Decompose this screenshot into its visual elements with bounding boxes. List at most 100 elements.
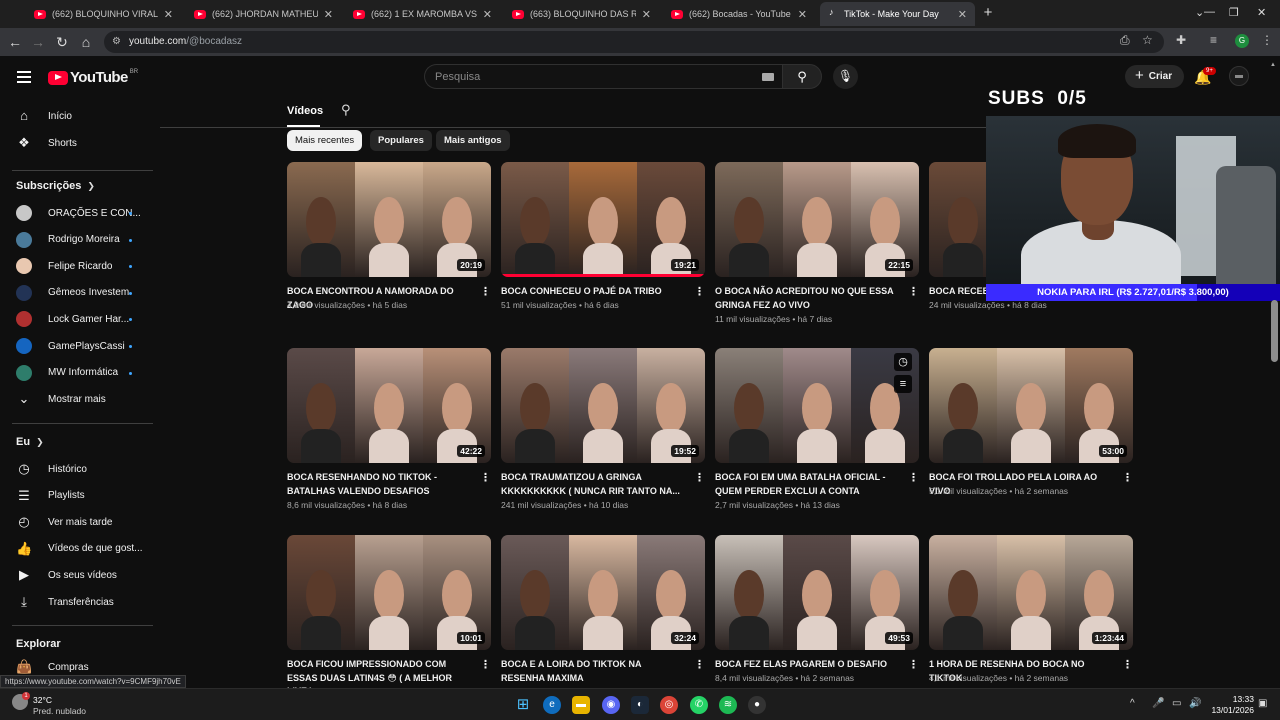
video-thumbnail[interactable]: 49:53: [715, 535, 919, 650]
volume-icon[interactable]: 🔊: [1189, 698, 1201, 709]
bookmark-star-icon[interactable]: ☆: [1142, 33, 1153, 47]
steam-icon[interactable]: ◐: [631, 696, 649, 714]
sidebar-item[interactable]: GamePlaysCassi: [0, 333, 153, 359]
sidebar-item[interactable]: ⌄ Mostrar mais: [0, 386, 153, 412]
close-tab-icon[interactable]: ✕: [164, 8, 173, 21]
video-title[interactable]: BOCA CONHECEU O PAJÉ DA TRIBO: [501, 285, 687, 299]
more-options-icon[interactable]: ⋮: [694, 471, 705, 485]
channel-search-icon[interactable]: ⚲: [341, 103, 355, 117]
video-title[interactable]: BOCA RESENHANDO NO TIKTOK - BATALHAS VAL…: [287, 471, 473, 498]
network-icon[interactable]: ▭: [1172, 698, 1181, 709]
maximize-icon[interactable]: ❐: [1229, 6, 1239, 19]
you-heading[interactable]: Eu ❯: [16, 436, 44, 448]
weather-description[interactable]: Pred. nublado: [33, 706, 86, 716]
filter-chip[interactable]: Mais recentes: [287, 130, 363, 151]
whatsapp-icon[interactable]: ✆: [690, 696, 708, 714]
more-options-icon[interactable]: ⋮: [908, 658, 919, 672]
new-tab-button[interactable]: +: [980, 5, 996, 21]
video-thumbnail[interactable]: 10:01: [287, 535, 491, 650]
back-icon[interactable]: ←: [6, 33, 24, 51]
search-input[interactable]: Pesquisa: [424, 64, 782, 89]
video-thumbnail[interactable]: 32:24: [501, 535, 705, 650]
obs-recording-icon[interactable]: ●: [748, 696, 766, 714]
video-thumbnail[interactable]: 42:22: [287, 348, 491, 463]
more-options-icon[interactable]: ⋮: [694, 658, 705, 672]
browser-tab[interactable]: (662) JHORDAN MATHEUS - É PIK ✕: [186, 4, 341, 24]
sidebar-item[interactable]: ▶ Os seus vídeos: [0, 562, 153, 588]
video-thumbnail[interactable]: ◷ ≡: [715, 348, 919, 463]
browser-tab[interactable]: (662) 1 EX MAROMBA VS 20 ATLE ✕: [345, 4, 500, 24]
chrome-icon[interactable]: ◎: [660, 696, 678, 714]
video-thumbnail[interactable]: 20:19: [287, 162, 491, 277]
account-avatar[interactable]: [1229, 66, 1249, 86]
video-thumbnail[interactable]: 53:00: [929, 348, 1133, 463]
home-icon[interactable]: ⌂: [77, 33, 95, 51]
video-thumbnail[interactable]: 19:21: [501, 162, 705, 277]
more-options-icon[interactable]: ⋮: [908, 471, 919, 485]
system-clock[interactable]: 13:33 13/01/2026: [1208, 694, 1254, 716]
sidebar-item[interactable]: ❖ Shorts: [0, 130, 153, 156]
youtube-logo[interactable]: YouTube BR: [48, 69, 138, 86]
tray-overflow-icon[interactable]: ^: [1130, 698, 1135, 709]
tab-search-icon[interactable]: ⌄: [1195, 6, 1204, 19]
reading-list-icon[interactable]: ≡: [1210, 33, 1217, 47]
video-title[interactable]: BOCA E A LOIRA DO TIKTOK NA RESENHA MAXI…: [501, 658, 687, 685]
browser-tab[interactable]: (662) Bocadas - YouTube ✕: [663, 4, 815, 24]
add-to-queue-icon[interactable]: ≡: [894, 375, 912, 393]
sidebar-item[interactable]: ◷ Histórico: [0, 456, 153, 482]
video-thumbnail[interactable]: 22:15: [715, 162, 919, 277]
close-tab-icon[interactable]: ✕: [642, 8, 651, 21]
watch-later-icon[interactable]: ◷: [894, 353, 912, 371]
scrollbar-thumb[interactable]: [1271, 300, 1278, 362]
profile-avatar[interactable]: G: [1235, 34, 1249, 48]
more-options-icon[interactable]: ⋮: [908, 285, 919, 299]
video-title[interactable]: BOCA FOI EM UMA BATALHA OFICIAL - QUEM P…: [715, 471, 901, 498]
scroll-up-arrow[interactable]: ▲: [1270, 62, 1276, 68]
sidebar-item[interactable]: MW Informática: [0, 360, 153, 386]
reload-icon[interactable]: ↻: [53, 33, 71, 51]
close-tab-icon[interactable]: ✕: [798, 8, 807, 21]
close-tab-icon[interactable]: ✕: [958, 8, 967, 21]
more-options-icon[interactable]: ⋮: [1122, 471, 1133, 485]
sidebar-item[interactable]: 👍 Vídeos de que gost...: [0, 536, 153, 562]
sidebar-item[interactable]: ⤓ Transferências: [0, 589, 153, 615]
forward-icon[interactable]: →: [29, 33, 47, 51]
address-bar[interactable]: ⚙ youtube.com/@bocadasz: [104, 31, 1164, 53]
sidebar-item[interactable]: ORAÇÕES E CON...: [0, 200, 153, 226]
filter-chip[interactable]: Populares: [370, 130, 432, 151]
weather-temperature[interactable]: 32°C: [33, 695, 52, 705]
site-info-icon[interactable]: ⚙: [112, 36, 124, 48]
more-options-icon[interactable]: ⋮: [480, 471, 491, 485]
video-title[interactable]: BOCA TRAUMATIZOU A GRINGA KKKKKKKKKK ( N…: [501, 471, 687, 498]
windows-start-icon[interactable]: ⊞: [514, 696, 532, 714]
spotify-icon[interactable]: ≋: [719, 696, 737, 714]
extensions-icon[interactable]: ✚: [1176, 33, 1186, 47]
discord-icon[interactable]: ◉: [602, 696, 620, 714]
voice-search-button[interactable]: 🎙: [833, 64, 858, 89]
sidebar-item[interactable]: ◴ Ver mais tarde: [0, 509, 153, 535]
tab-videos[interactable]: Vídeos: [287, 105, 323, 117]
video-title[interactable]: BOCA FEZ ELAS PAGAREM O DESAFIO: [715, 658, 901, 672]
sidebar-item[interactable]: Rodrigo Moreira: [0, 227, 153, 253]
explore-heading[interactable]: Explorar: [16, 638, 61, 650]
close-tab-icon[interactable]: ✕: [483, 8, 492, 21]
search-button[interactable]: ⚲: [782, 64, 822, 89]
more-options-icon[interactable]: ⋮: [480, 658, 491, 672]
file-explorer-icon[interactable]: ▬: [572, 696, 590, 714]
sidebar-item[interactable]: ☰ Playlists: [0, 483, 153, 509]
browser-tab[interactable]: TikTok - Make Your Day ✕: [820, 2, 975, 26]
video-thumbnail[interactable]: 1:23:44: [929, 535, 1133, 650]
more-options-icon[interactable]: ⋮: [1122, 658, 1133, 672]
subscriptions-heading[interactable]: Subscrições ❯: [16, 180, 95, 192]
notification-center-icon[interactable]: ▣: [1258, 698, 1267, 709]
browser-tab[interactable]: (663) BLOQUINHO DAS RITMADAS ✕: [504, 4, 659, 24]
browser-tab[interactable]: (662) BLOQUINHO VIRAL TIK TOK ✕: [26, 4, 181, 24]
close-window-icon[interactable]: ✕: [1257, 6, 1266, 19]
video-title[interactable]: O BOCA NÃO ACREDITOU NO QUE ESSA GRINGA …: [715, 285, 901, 312]
microphone-tray-icon[interactable]: 🎤: [1152, 698, 1164, 709]
close-tab-icon[interactable]: ✕: [324, 8, 333, 21]
menu-icon[interactable]: [17, 71, 31, 83]
more-options-icon[interactable]: ⋮: [480, 285, 491, 299]
keyboard-icon[interactable]: [762, 73, 774, 81]
install-app-icon[interactable]: ⎙: [1120, 33, 1130, 48]
